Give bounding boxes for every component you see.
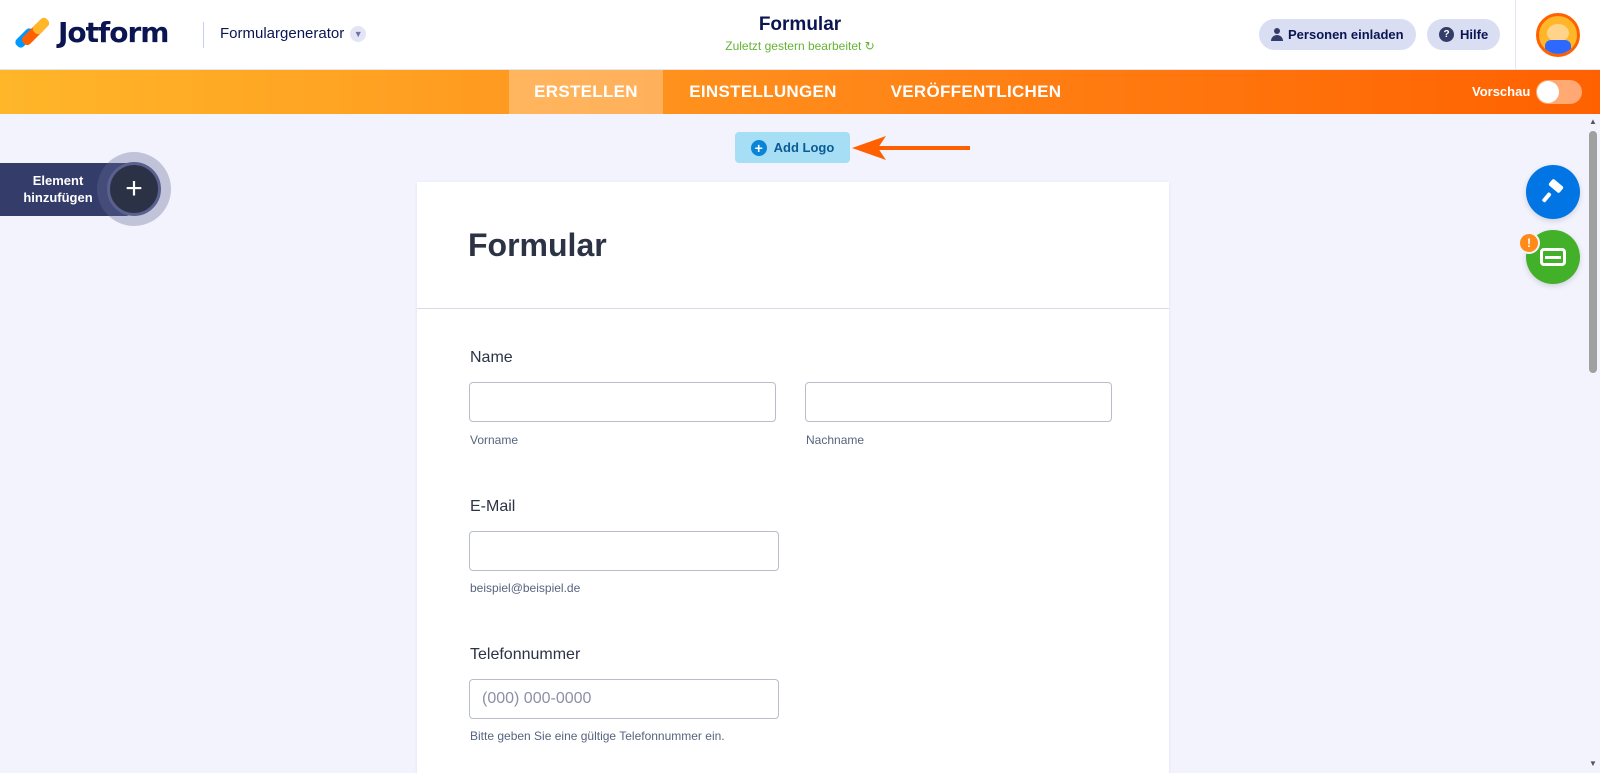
form-title-block[interactable]: Formular Zuletzt gestern bearbeitet ↻ [600, 14, 1000, 53]
arrow-icon [852, 136, 970, 160]
jotform-logo-icon [13, 15, 51, 49]
preview-label: Vorschau [1472, 84, 1531, 99]
last-edited-text: Zuletzt gestern bearbeitet [725, 39, 862, 53]
name-label: Name [470, 349, 513, 366]
form-card: Formular Name Vorname Nachname E-Mail be… [417, 182, 1169, 773]
tab-veroeffentlichen[interactable]: VERÖFFENTLICHEN [863, 70, 1089, 114]
builder-label: Formulargenerator [220, 25, 345, 42]
last-edited-status: Zuletzt gestern bearbeitet ↻ [600, 39, 1000, 53]
builder-nav: ERSTELLEN EINSTELLUNGEN VERÖFFENTLICHEN … [0, 70, 1600, 114]
chevron-down-icon: ▼ [350, 25, 367, 42]
phone-placeholder: (000) 000-0000 [482, 690, 592, 707]
brand-name: Jotform [58, 16, 169, 49]
card-icon [1540, 248, 1566, 266]
tab-erstellen[interactable]: ERSTELLEN [509, 70, 663, 114]
last-name-sublabel: Nachname [806, 433, 865, 447]
scroll-up-icon[interactable]: ▲ [1589, 117, 1597, 126]
add-logo-label: Add Logo [773, 140, 835, 155]
invite-label: Personen einladen [1288, 27, 1404, 42]
page-title[interactable]: Formular [600, 14, 1000, 36]
help-label: Hilfe [1460, 27, 1489, 42]
add-element-label: Element hinzufügen [23, 173, 93, 205]
first-name-sublabel: Vorname [470, 433, 519, 447]
person-icon [1271, 28, 1283, 41]
preview-toggle[interactable] [1536, 80, 1582, 104]
avatar[interactable] [1536, 13, 1580, 57]
top-header: Jotform Formulargenerator ▼ Formular Zul… [0, 0, 1600, 70]
last-name-input[interactable] [805, 382, 1112, 422]
add-element-button[interactable]: + [107, 162, 161, 216]
first-name-input[interactable] [469, 382, 776, 422]
invite-people-button[interactable]: Personen einladen [1259, 19, 1416, 50]
header-separator [1515, 0, 1516, 70]
refresh-icon: ↻ [864, 39, 875, 53]
jotform-logo[interactable]: Jotform [13, 15, 169, 49]
builder-dropdown[interactable]: Formulargenerator ▼ [220, 25, 367, 42]
scroll-down-icon[interactable]: ▼ [1589, 759, 1597, 768]
email-label: E-Mail [470, 498, 516, 515]
help-icon: ? [1439, 27, 1454, 42]
tab-einstellungen[interactable]: EINSTELLUNGEN [663, 70, 863, 114]
help-button[interactable]: ? Hilfe [1427, 19, 1501, 50]
phone-input[interactable]: (000) 000-0000 [469, 679, 779, 719]
plus-icon: + [750, 139, 767, 156]
scroll-thumb[interactable] [1589, 131, 1597, 373]
email-sublabel: beispiel@beispiel.de [470, 581, 581, 595]
phone-sublabel: Bitte geben Sie eine gültige Telefonnumm… [470, 729, 725, 743]
add-logo-button[interactable]: + Add Logo [735, 132, 850, 163]
form-heading[interactable]: Formular [468, 227, 607, 264]
form-designer-button[interactable] [1526, 165, 1580, 219]
alert-badge: ! [1518, 232, 1540, 254]
email-field[interactable] [469, 531, 779, 571]
header-divider [203, 22, 204, 48]
paint-roller-icon [1542, 179, 1564, 203]
form-header[interactable]: Formular [417, 182, 1169, 309]
phone-label: Telefonnummer [470, 646, 581, 663]
